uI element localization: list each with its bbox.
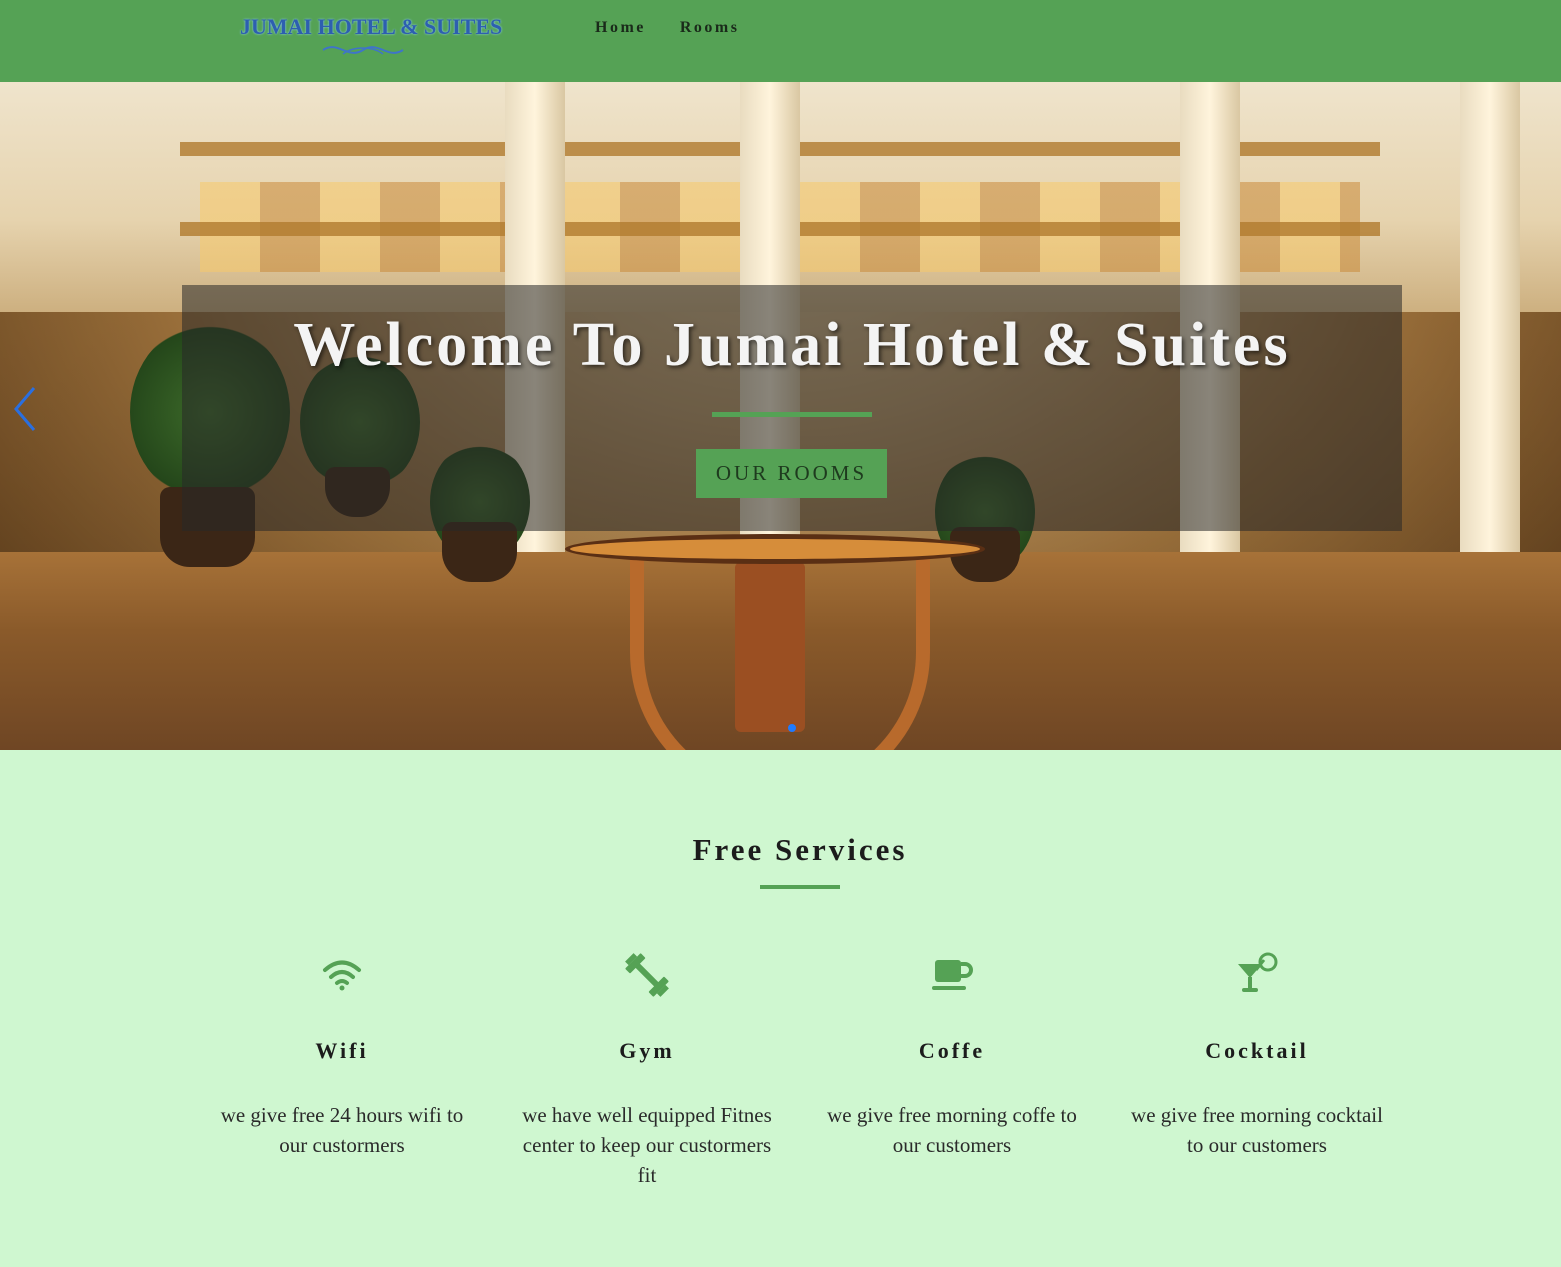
chevron-left-icon[interactable]	[10, 384, 40, 434]
service-description: we give free 24 hours wifi to our custor…	[220, 1103, 464, 1157]
site-header: JUMAI HOTEL & SUITES Home Rooms	[0, 0, 1561, 82]
service-description: we give free morning coffe to our custom…	[827, 1103, 1077, 1157]
logo-flourish-icon	[322, 46, 404, 55]
wifi-icon	[323, 960, 361, 991]
service-description: we have well equipped Fitnes center to k…	[522, 1103, 772, 1187]
hero-title: Welcome To Jumai Hotel & Suites	[293, 311, 1291, 379]
service-description: we give free morning cocktail to our cus…	[1131, 1103, 1383, 1157]
carousel-indicator-dot[interactable]	[788, 724, 796, 732]
service-name: Cocktail	[1205, 1038, 1309, 1063]
hotel-logo[interactable]: JUMAI HOTEL & SUITES	[228, 6, 503, 66]
service-wifi: Wifi we give free 24 hours wifi to our c…	[207, 950, 477, 1160]
services-title-underline	[760, 885, 840, 889]
service-name: Gym	[619, 1038, 675, 1063]
our-rooms-button[interactable]: OUR ROOMS	[696, 449, 887, 498]
service-cocktail: Cocktail we give free morning cocktail t…	[1122, 950, 1392, 1160]
cocktail-icon	[1238, 952, 1278, 992]
logo-text: JUMAI HOTEL & SUITES	[240, 14, 503, 39]
main-nav: Home Rooms	[595, 19, 739, 37]
coffee-icon	[932, 960, 973, 990]
service-coffee: Coffe we give free morning coffe to our …	[817, 950, 1087, 1160]
hero-carousel: Welcome To Jumai Hotel & Suites OUR ROOM…	[0, 82, 1561, 750]
service-name: Wifi	[315, 1038, 369, 1063]
service-name: Coffe	[918, 1038, 986, 1063]
service-gym: Gym we have well equipped Fitnes center …	[512, 950, 782, 1190]
hero-title-underline	[712, 412, 872, 417]
nav-rooms-link[interactable]: Rooms	[680, 19, 740, 37]
services-title: Free Services	[692, 832, 908, 867]
dumbbell-icon	[625, 953, 669, 997]
nav-home-link[interactable]: Home	[595, 19, 646, 37]
